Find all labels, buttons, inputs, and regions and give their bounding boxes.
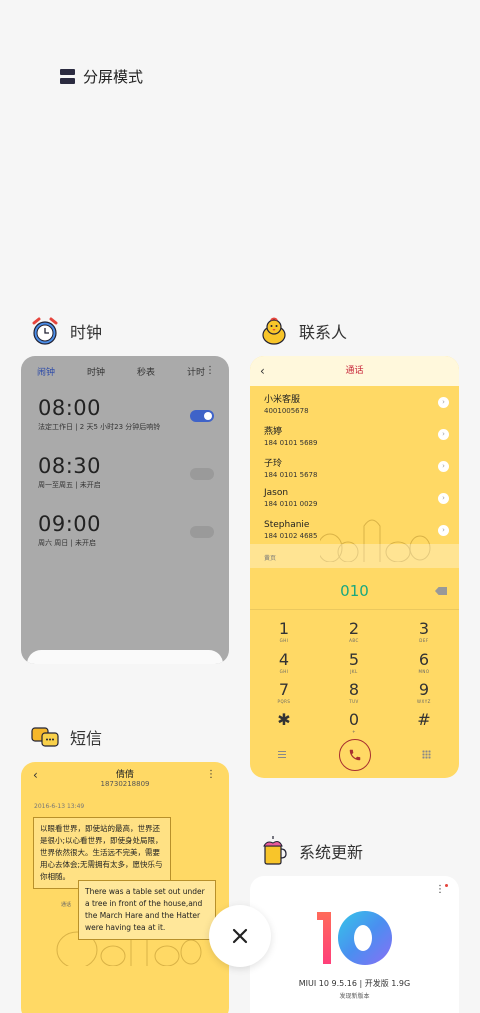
dial-key-9[interactable]: 9 WXYZ	[399, 680, 449, 704]
dial-key-hash[interactable]: #	[399, 710, 449, 729]
contact-detail-icon[interactable]: ›	[438, 493, 449, 504]
contact-number: 184 0101 5678	[264, 471, 318, 479]
update-jar-icon	[263, 836, 287, 865]
contacts-top-title: 通话	[345, 366, 364, 376]
contact-number: 184 0101 5689	[264, 439, 318, 447]
dial-divider	[250, 609, 459, 610]
dial-input[interactable]: 010	[250, 582, 459, 600]
dial-key-2[interactable]: 2 ABC	[329, 619, 379, 643]
tab-alarm[interactable]: 闹钟	[37, 365, 55, 378]
message-bubbles-icon	[31, 727, 59, 747]
contact-number: 184 0101 0029	[264, 500, 318, 508]
send-label: 通话	[61, 902, 72, 908]
split-screen-icon	[60, 69, 75, 84]
contact-item[interactable]: Jason 184 0101 0029	[264, 488, 317, 508]
menu-icon[interactable]	[278, 751, 286, 758]
dial-key-5[interactable]: 5 JKL	[329, 650, 379, 674]
alarm-desc: 法定工作日 | 2 天5 小时23 分钟后响铃	[38, 423, 161, 431]
clock-header: 时钟	[30, 316, 102, 346]
update-version: MIUI 10 9.5.16 | 开发版 1.9G	[298, 979, 411, 988]
bottom-sheet	[27, 650, 223, 664]
alarm-item[interactable]: 08:00 法定工作日 | 2 天5 小时23 分钟后响铃	[38, 396, 218, 432]
dial-key-4[interactable]: 4 GHI	[259, 650, 309, 674]
contacts-app-card[interactable]: ‹ 通话 小米客服 4001005678 › 燕婷 184 0101 5689 …	[250, 356, 459, 778]
split-screen-button[interactable]: 分屏模式	[60, 66, 143, 87]
back-icon[interactable]: ‹	[260, 356, 265, 386]
update-app-title: 系统更新	[299, 843, 364, 862]
messages-app-card[interactable]: ‹ 倩倩 18730218809 ⋮ 2016-6-13 13:49 以眼看世界…	[21, 762, 229, 1013]
tab-timer[interactable]: 计时	[187, 365, 205, 378]
update-subtitle: 发现新版本	[339, 993, 370, 1000]
update-header: 系统更新	[259, 836, 363, 866]
tab-clock[interactable]: 时钟	[87, 365, 105, 378]
call-button[interactable]	[339, 739, 371, 771]
contacts-header: 联系人	[259, 316, 347, 346]
alarm-clock-icon	[32, 317, 58, 345]
dial-bottom-bar	[250, 739, 459, 771]
miui-10-logo	[317, 911, 392, 965]
contact-item[interactable]: 小米客服 4001005678	[264, 392, 309, 415]
alarm-desc: 周一至周五 | 未开启	[38, 481, 101, 489]
alarm-toggle[interactable]	[190, 526, 214, 538]
contacts-separator	[250, 544, 459, 568]
clock-tabs: 闹钟 时钟 秒表 计时	[21, 356, 229, 386]
alarm-item[interactable]: 09:00 周六 周日 | 未开启	[38, 512, 218, 548]
contacts-top-bar: ‹ 通话	[250, 356, 459, 386]
close-icon	[232, 928, 248, 944]
dial-key-7[interactable]: 7 PQRS	[259, 680, 309, 704]
phone-icon	[349, 749, 361, 761]
dial-key-star[interactable]: ✱	[259, 710, 309, 729]
more-icon[interactable]: ⋮	[205, 365, 215, 376]
dial-key-6[interactable]: 6 MNO	[399, 650, 449, 674]
contact-name: 子玲	[264, 459, 283, 469]
alarm-toggle[interactable]	[190, 410, 214, 422]
close-all-button[interactable]	[209, 905, 271, 967]
system-update-card[interactable]: ⋮ MIUI 10 9.5.16 | 开发版 1.9G 发现新版本	[250, 876, 459, 1013]
alarm-item[interactable]: 08:30 周一至周五 | 未开启	[38, 454, 218, 490]
contact-detail-icon[interactable]: ›	[438, 397, 449, 408]
yellow-pages-label: 黄页	[264, 555, 277, 562]
message-date: 2016-6-13 13:49	[34, 803, 85, 810]
back-icon[interactable]: ‹	[33, 768, 38, 782]
messages-header: 短信	[30, 722, 102, 752]
dial-key-8[interactable]: 8 TUV	[329, 680, 379, 704]
incoming-message: 以眼看世界，即使站的最高，世界还是很小;以心看世界，即使身处局限，世界依然很大。…	[33, 817, 171, 889]
messages-app-title: 短信	[70, 729, 103, 748]
clock-app-card[interactable]: 闹钟 时钟 秒表 计时 ⋮ 08:00 法定工作日 | 2 天5 小时23 分钟…	[21, 356, 229, 664]
contact-number: 184 0102 4685	[264, 532, 318, 540]
conversation-header: ‹ 倩倩 18730218809 ⋮	[21, 762, 229, 792]
more-icon[interactable]: ⋮	[435, 884, 448, 895]
dial-key-1[interactable]: 1 GHI	[259, 619, 309, 643]
clock-app-title: 时钟	[70, 323, 103, 342]
conversation-contact-number: 18730218809	[100, 780, 150, 788]
contact-item[interactable]: 子玲 184 0101 5678	[264, 456, 317, 479]
contact-detail-icon[interactable]: ›	[438, 461, 449, 472]
contact-name: 小米客服	[264, 395, 301, 405]
contact-name: Jason	[264, 488, 289, 498]
conversation-contact-name: 倩倩	[115, 770, 134, 780]
split-screen-label: 分屏模式	[83, 68, 144, 86]
contact-detail-icon[interactable]: ›	[438, 429, 449, 440]
contact-number: 4001005678	[264, 407, 309, 415]
contact-name: 燕婷	[264, 427, 283, 437]
alarm-toggle[interactable]	[190, 468, 214, 480]
contacts-chick-icon	[262, 317, 286, 345]
alarm-desc: 周六 周日 | 未开启	[38, 539, 97, 547]
contacts-app-title: 联系人	[299, 323, 348, 342]
contact-item[interactable]: Stephanie 184 0102 4685	[264, 520, 317, 540]
contact-item[interactable]: 燕婷 184 0101 5689	[264, 424, 317, 447]
dial-key-3[interactable]: 3 DEF	[399, 619, 449, 643]
more-icon[interactable]: ⋮	[206, 769, 216, 780]
contact-name: Stephanie	[264, 520, 310, 530]
dial-key-0[interactable]: 0 +	[329, 710, 379, 734]
tab-stopwatch[interactable]: 秒表	[137, 365, 155, 378]
keypad-icon[interactable]	[422, 750, 431, 759]
outgoing-message: There was a table set out under a tree i…	[78, 880, 216, 940]
